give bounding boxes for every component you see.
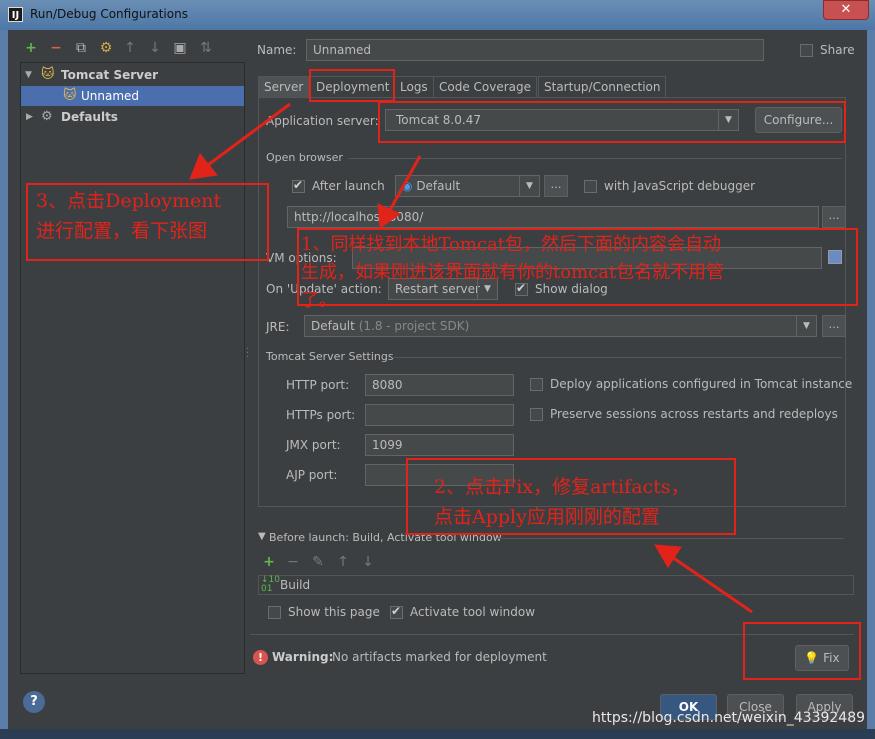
jre-value: Default (311, 319, 355, 333)
add-task-icon[interactable]: + (260, 552, 278, 572)
tab-code-coverage[interactable]: Code Coverage (433, 76, 538, 98)
jre-hint: (1.8 - project SDK) (358, 319, 470, 333)
http-port-input[interactable]: 8080 (365, 374, 514, 396)
tomcat-icon: 🐱 (41, 67, 55, 82)
before-launch-list: ↓10 01 Build (258, 575, 854, 595)
edit-defaults-icon[interactable]: ⚙ (97, 38, 115, 58)
name-label: Name: (257, 43, 297, 57)
folder-icon[interactable]: ▣ (171, 38, 189, 58)
highlight-fix-button (743, 622, 861, 680)
taskbar-strip (0, 729, 875, 739)
tree-item-defaults[interactable]: ▶ ⚙ Defaults (21, 107, 244, 127)
warning-icon: ! (253, 650, 268, 665)
collapse-arrow-icon[interactable]: ▶ (26, 107, 33, 127)
share-checkbox[interactable] (800, 44, 813, 57)
show-page-label: Show this page (288, 605, 380, 619)
window-frame-left (0, 30, 8, 739)
browser-url-input[interactable]: http://localhost:8080/ (287, 206, 819, 228)
build-icon: ↓10 01 (261, 575, 280, 594)
app-server-label: Application server: (266, 114, 379, 128)
warning-title: Warning: (272, 650, 334, 664)
preserve-sessions-checkbox[interactable] (530, 408, 543, 421)
annotation-step3-line2: 进行配置，看下张图 (36, 220, 208, 242)
name-input[interactable]: Unnamed (306, 39, 764, 61)
help-button[interactable]: ? (23, 691, 45, 713)
remove-config-icon[interactable]: − (47, 38, 65, 58)
ajp-port-label: AJP port: (286, 468, 338, 482)
intellij-app-icon: IJ (8, 7, 23, 22)
https-port-label: HTTPs port: (286, 408, 356, 422)
list-item[interactable]: Build (280, 578, 310, 592)
https-port-input[interactable] (365, 404, 514, 426)
http-port-label: HTTP port: (286, 378, 350, 392)
move-task-up-icon[interactable]: ↑ (334, 552, 352, 572)
share-label: Share (820, 43, 855, 57)
section-divider (498, 538, 844, 539)
open-browser-header: Open browser (266, 151, 343, 164)
jmx-port-input[interactable]: 1099 (365, 434, 514, 456)
annotation-step1-line1: 1、同样找到本地Tomcat包，然后下面的内容会自动 (301, 234, 722, 255)
url-options-button[interactable]: … (822, 206, 846, 228)
splitter-handle[interactable]: · · · (246, 345, 252, 363)
move-down-icon[interactable]: ↓ (146, 38, 164, 58)
config-tree: ▼ 🐱 Tomcat Server 🐱 Unnamed ▶ ⚙ Defaults (20, 62, 245, 674)
browser-combo[interactable]: ◉ Default ▼ (395, 175, 540, 197)
browser-options-button[interactable]: … (544, 175, 568, 197)
window-title: Run/Debug Configurations (30, 7, 188, 21)
tab-startup-connection[interactable]: Startup/Connection (538, 76, 667, 98)
after-launch-label: After launch (312, 179, 385, 193)
tomcat-settings-header: Tomcat Server Settings (266, 350, 394, 363)
section-divider (348, 158, 842, 159)
add-config-icon[interactable]: + (22, 38, 40, 58)
show-page-checkbox[interactable] (268, 606, 281, 619)
tab-logs[interactable]: Logs (394, 76, 434, 98)
chrome-browser-icon: ◉ (402, 179, 413, 193)
sort-icon[interactable]: ⇅ (197, 38, 215, 58)
tab-server[interactable]: Server (258, 76, 310, 98)
jre-options-button[interactable]: … (822, 315, 846, 337)
tree-item-tomcat-server[interactable]: ▼ 🐱 Tomcat Server (21, 65, 244, 85)
deploy-apps-checkbox[interactable] (530, 378, 543, 391)
window-close-button[interactable]: ✕ (823, 0, 869, 20)
browser-value: Default (416, 179, 461, 193)
tree-item-label: Defaults (61, 110, 118, 124)
jmx-port-label: JMX port: (286, 438, 341, 452)
js-debugger-label: with JavaScript debugger (604, 179, 756, 193)
highlight-app-server (378, 101, 846, 143)
jre-label: JRE: (266, 320, 290, 334)
remove-task-icon[interactable]: − (284, 552, 302, 572)
move-up-icon[interactable]: ↑ (121, 38, 139, 58)
activate-tool-label: Activate tool window (410, 605, 536, 619)
defaults-wrench-icon: ⚙ (41, 109, 53, 124)
deploy-apps-label: Deploy applications configured in Tomcat… (550, 377, 853, 391)
before-launch-collapse-icon[interactable]: ▼ (258, 531, 266, 542)
tree-item-label: Unnamed (81, 89, 140, 103)
annotation-step1-line2: 生成，如果刚进该界面就有你的tomcat包名就不用管 (301, 262, 725, 283)
edit-task-icon[interactable]: ✎ (309, 552, 327, 572)
annotation-step2-line1: 2、点击Fix，修复artifacts， (434, 476, 690, 498)
activate-tool-checkbox[interactable] (390, 604, 403, 619)
expand-arrow-icon[interactable]: ▼ (25, 65, 32, 85)
watermark: https://blog.csdn.net/weixin_43392489 (592, 710, 866, 726)
tree-item-label: Tomcat Server (61, 68, 159, 82)
js-debugger-checkbox[interactable] (584, 180, 597, 193)
arrow-head (654, 544, 682, 568)
jre-combo[interactable]: Default (1.8 - project SDK) ▼ (304, 315, 817, 337)
warning-text: No artifacts marked for deployment (332, 650, 547, 664)
copy-config-icon[interactable]: ⧉ (72, 38, 90, 58)
annotation-step3-line1: 3、点击Deployment (36, 190, 222, 212)
annotation-step1-line3: 了。 (301, 290, 337, 311)
dropdown-arrow-icon[interactable]: ▼ (519, 176, 539, 196)
highlight-deployment-tab (309, 69, 395, 102)
preserve-sessions-label: Preserve sessions across restarts and re… (550, 407, 838, 421)
move-task-down-icon[interactable]: ↓ (359, 552, 377, 572)
window-frame-right (867, 30, 875, 739)
annotation-step2-line2: 点击Apply应用刚刚的配置 (434, 506, 660, 528)
tomcat-icon: 🐱 (63, 88, 77, 103)
section-divider (392, 357, 842, 358)
after-launch-checkbox[interactable] (292, 178, 305, 193)
dropdown-arrow-icon[interactable]: ▼ (796, 316, 816, 336)
tree-item-unnamed[interactable]: 🐱 Unnamed (21, 86, 244, 106)
